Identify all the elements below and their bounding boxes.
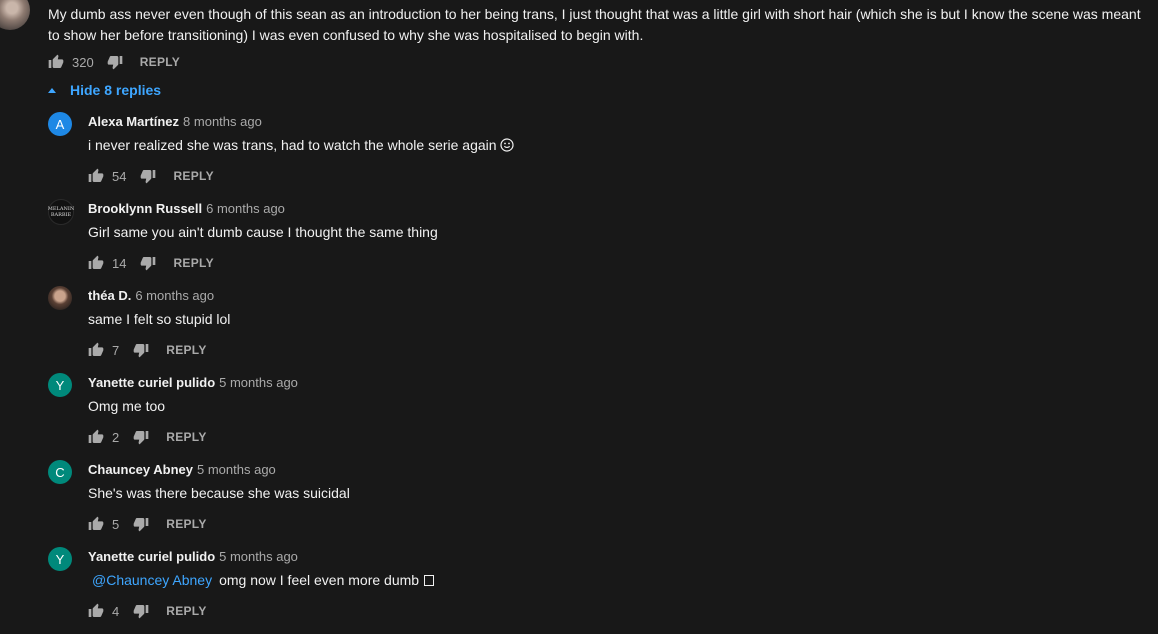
author-name[interactable]: Alexa Martínez [88,114,179,129]
like-icon[interactable] [88,429,104,445]
like-icon[interactable] [88,168,104,184]
dislike-icon[interactable] [140,255,156,271]
reply-actions: 7 REPLY [88,340,207,360]
like-icon[interactable] [88,342,104,358]
like-count: 2 [112,429,120,445]
reply-item: C Chauncey Abney 5 months ago She's was t… [48,460,1148,547]
reply-item: théa D. 6 months ago same I felt so stupi… [48,286,1148,373]
reply-button[interactable]: REPLY [166,343,206,357]
reply-body: Girl same you ain't dumb cause I thought… [88,224,438,240]
timestamp[interactable]: 8 months ago [183,114,262,129]
timestamp[interactable]: 6 months ago [206,201,285,216]
author-name[interactable]: Brooklynn Russell [88,201,202,216]
mention-link[interactable]: @Chauncey Abney [92,572,212,588]
missing-glyph-icon [424,575,435,586]
avatar[interactable]: Y [48,373,72,397]
top-comment-actions: 320 REPLY [48,52,180,72]
author-name[interactable]: Chauncey Abney [88,462,193,477]
hide-replies-button[interactable]: Hide 8 replies [48,80,161,100]
reply-button[interactable]: REPLY [166,604,206,618]
top-comment-text: My dumb ass never even though of this se… [48,6,1141,43]
dislike-icon[interactable] [133,342,149,358]
like-count: 4 [112,603,120,619]
reply-item: Y Yanette curiel pulido 5 months ago @Cha… [48,547,1148,634]
like-icon[interactable] [88,603,104,619]
reply-button[interactable]: REPLY [173,256,213,270]
dislike-icon[interactable] [133,516,149,532]
reply-button[interactable]: REPLY [166,430,206,444]
reply-actions: 14 REPLY [88,253,214,273]
reply-body: i never realized she was trans, had to w… [88,135,515,157]
like-count: 7 [112,342,120,358]
dislike-icon[interactable] [133,429,149,445]
like-count: 14 [112,255,127,271]
like-count: 54 [112,168,127,184]
timestamp[interactable]: 5 months ago [197,462,276,477]
smile-emoji-icon [500,137,515,157]
reply-body: same I felt so stupid lol [88,311,231,327]
author-name[interactable]: théa D. [88,288,131,303]
reply-item: MELANIN BARBIE Brooklynn Russell 6 months… [48,199,1148,286]
avatar[interactable] [48,286,72,310]
reply-button[interactable]: REPLY [140,55,180,69]
avatar[interactable]: C [48,460,72,484]
author-name[interactable]: Yanette curiel pulido [88,375,215,390]
reply-actions: 2 REPLY [88,427,207,447]
caret-up-icon [48,87,56,93]
like-icon[interactable] [88,516,104,532]
reply-actions: 54 REPLY [88,166,214,186]
reply-item: Y Yanette curiel pulido 5 months ago Omg … [48,373,1148,460]
author-name[interactable]: Yanette curiel pulido [88,549,215,564]
timestamp[interactable]: 6 months ago [135,288,214,303]
reply-button[interactable]: REPLY [173,169,213,183]
like-icon[interactable] [88,255,104,271]
reply-body: She's was there because she was suicidal [88,485,350,501]
like-count: 5 [112,516,120,532]
dislike-icon[interactable] [133,603,149,619]
like-icon[interactable] [48,54,64,70]
reply-body: Omg me too [88,398,166,414]
avatar[interactable]: MELANIN BARBIE [48,199,74,225]
timestamp[interactable]: 5 months ago [219,549,298,564]
avatar[interactable]: Y [48,547,72,571]
top-comment-avatar[interactable] [0,0,30,30]
hide-replies-label: Hide 8 replies [70,82,162,98]
reply-item: A Alexa Martínez 8 months ago i never rea… [48,112,1148,199]
like-count: 320 [72,54,94,70]
reply-actions: 5 REPLY [88,514,207,534]
dislike-icon[interactable] [140,168,156,184]
dislike-icon[interactable] [107,54,123,70]
reply-actions: 4 REPLY [88,601,207,621]
timestamp[interactable]: 5 months ago [219,375,298,390]
avatar[interactable]: A [48,112,72,136]
reply-body: @Chauncey Abney omg now I feel even more … [88,570,435,590]
reply-button[interactable]: REPLY [166,517,206,531]
